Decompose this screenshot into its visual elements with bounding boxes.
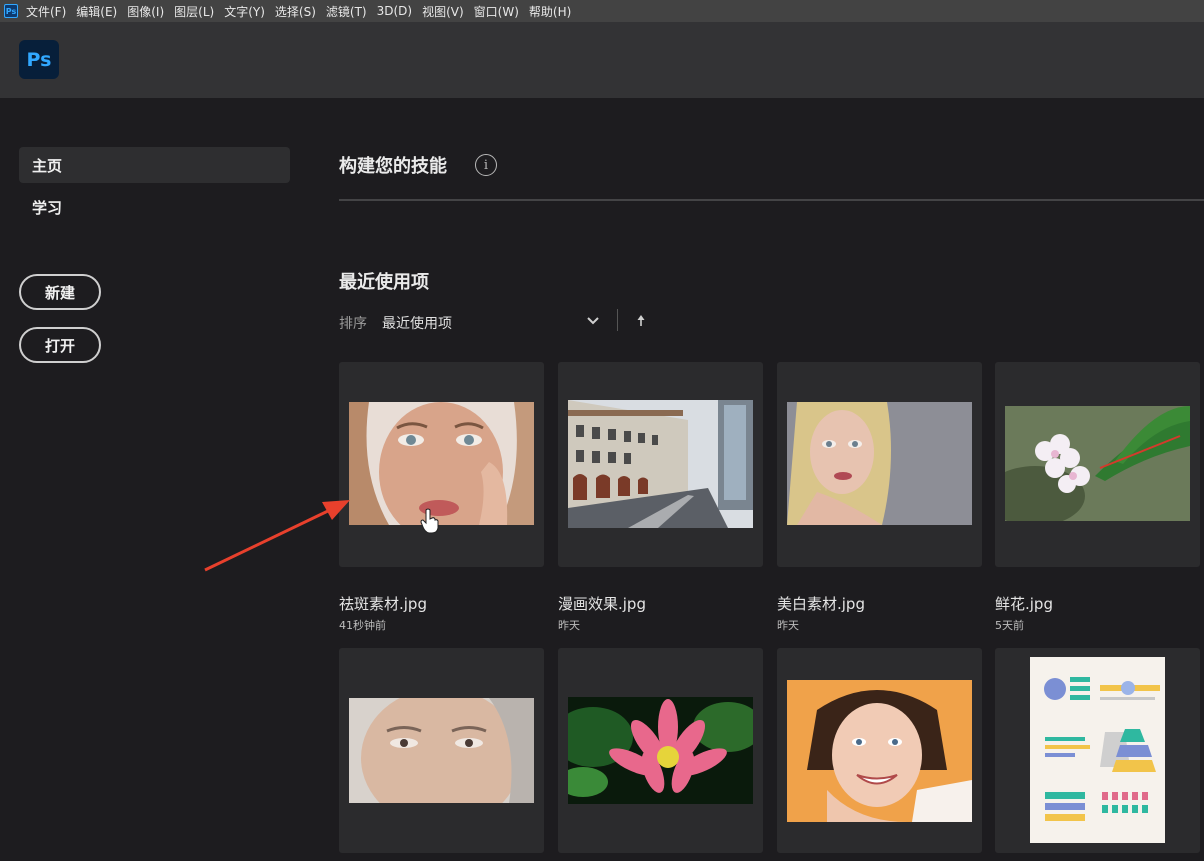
thumbnail-street (568, 400, 753, 528)
file-time: 5天前 (995, 619, 1024, 632)
menu-layer[interactable]: 图层(L) (174, 3, 214, 20)
menu-3d[interactable]: 3D(D) (377, 4, 412, 18)
open-button[interactable]: 打开 (19, 327, 101, 363)
menu-bar: Ps 文件(F) 编辑(E) 图像(I) 图层(L) 文字(Y) 选择(S) 滤… (0, 0, 1204, 22)
file-time: 41秒钟前 (339, 619, 386, 632)
sort-separator (617, 309, 618, 331)
sidebar-item-home[interactable]: 主页 (19, 147, 290, 183)
thumbnail-infographic (1030, 657, 1165, 843)
photoshop-app-icon[interactable]: Ps (4, 4, 18, 18)
file-card[interactable] (995, 362, 1200, 567)
menu-filter[interactable]: 滤镜(T) (326, 3, 367, 20)
menu-view[interactable]: 视图(V) (422, 3, 464, 20)
file-time: 昨天 (558, 619, 580, 632)
file-card[interactable] (339, 648, 544, 853)
file-card[interactable] (339, 362, 544, 567)
file-card[interactable] (558, 362, 763, 567)
photoshop-logo: Ps (19, 40, 59, 79)
menu-select[interactable]: 选择(S) (275, 3, 316, 20)
thumbnail-lotus (568, 697, 753, 804)
file-card[interactable] (777, 648, 982, 853)
thumbnail-face-2 (787, 402, 972, 525)
menu-file[interactable]: 文件(F) (26, 3, 66, 20)
chevron-down-icon[interactable] (585, 312, 601, 330)
file-name[interactable]: 祛斑素材.jpg (339, 593, 427, 614)
sort-label: 排序 (339, 316, 367, 332)
build-skills-heading: 构建您的技能 (339, 156, 447, 177)
thumbnail-flower-1 (1005, 406, 1190, 521)
app-header: Ps (0, 22, 1204, 98)
menu-image[interactable]: 图像(I) (127, 3, 164, 20)
menu-type[interactable]: 文字(Y) (224, 3, 265, 20)
hand-cursor-icon (420, 508, 439, 534)
menu-window[interactable]: 窗口(W) (474, 3, 519, 20)
menu-help[interactable]: 帮助(H) (529, 3, 571, 20)
thumbnail-smile (787, 680, 972, 822)
thumbnail-face-3 (349, 698, 534, 803)
annotation-arrow-icon (204, 500, 350, 572)
menu-edit[interactable]: 编辑(E) (76, 3, 117, 20)
file-name[interactable]: 鲜花.jpg (995, 593, 1053, 614)
thumbnail-face-1 (349, 402, 534, 525)
file-name[interactable]: 美白素材.jpg (777, 593, 865, 614)
file-card[interactable] (777, 362, 982, 567)
sidebar-item-learn[interactable]: 学习 (19, 189, 290, 225)
file-card[interactable] (995, 648, 1200, 853)
new-button[interactable]: 新建 (19, 274, 101, 310)
sort-direction-arrow-icon[interactable] (635, 314, 647, 328)
info-icon[interactable]: i (475, 154, 497, 176)
sort-dropdown[interactable]: 最近使用项 (382, 313, 452, 333)
file-time: 昨天 (777, 619, 799, 632)
file-card[interactable] (558, 648, 763, 853)
section-divider (339, 199, 1204, 201)
recent-heading: 最近使用项 (339, 272, 429, 293)
file-name[interactable]: 漫画效果.jpg (558, 593, 646, 614)
